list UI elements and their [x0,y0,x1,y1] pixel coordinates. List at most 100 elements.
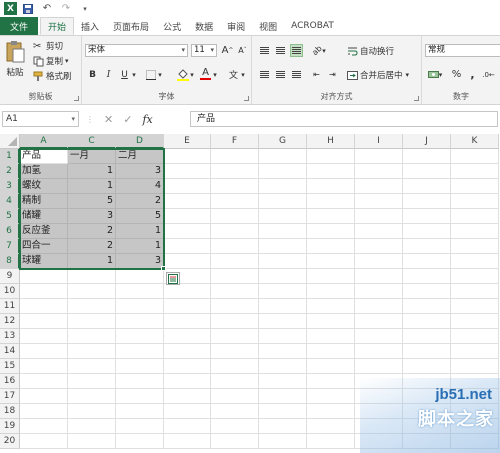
fill-color-dropdown-icon[interactable]: ▾ [188,68,196,81]
cell[interactable] [355,284,403,299]
row-header[interactable]: 16 [0,374,20,389]
font-name-dropdown[interactable]: 宋体 ▾ [85,44,188,57]
cell[interactable] [403,344,451,359]
cell[interactable] [164,194,211,209]
tab-2[interactable]: 插入 [74,17,106,35]
cell[interactable] [259,194,307,209]
cell[interactable] [355,149,403,164]
cell[interactable] [20,329,68,344]
currency-button[interactable]: ▾ [426,68,444,81]
cell[interactable] [355,299,403,314]
cell[interactable] [307,269,355,284]
cell[interactable] [164,224,211,239]
cell[interactable] [116,434,164,449]
cell[interactable]: 二月 [116,149,164,164]
font-color-dropdown-icon[interactable]: ▾ [211,68,219,81]
cell[interactable] [307,344,355,359]
merge-center-button[interactable]: 合并后居中 ▾ [347,69,409,81]
column-header[interactable]: F [211,134,259,149]
cell[interactable] [355,344,403,359]
row-header[interactable]: 18 [0,404,20,419]
save-icon[interactable] [20,2,36,16]
cell[interactable] [20,419,68,434]
row-header[interactable]: 10 [0,284,20,299]
cell[interactable] [211,284,259,299]
cell[interactable] [451,224,499,239]
cell[interactable] [259,329,307,344]
cell[interactable] [164,284,211,299]
tab-7[interactable]: 视图 [252,17,284,35]
align-middle-button[interactable] [274,44,287,57]
cell[interactable] [451,329,499,344]
cell[interactable] [259,404,307,419]
cell[interactable] [451,314,499,329]
cell[interactable] [307,254,355,269]
cell[interactable] [451,194,499,209]
cell[interactable] [20,314,68,329]
cell[interactable] [211,194,259,209]
cell[interactable] [164,149,211,164]
cell[interactable] [307,149,355,164]
cell[interactable]: 2 [68,239,116,254]
cell[interactable]: 1 [68,179,116,194]
cell[interactable] [355,209,403,224]
cell[interactable] [20,284,68,299]
cell[interactable] [68,374,116,389]
tab-8[interactable]: ACROBAT [284,17,341,35]
cell[interactable] [259,299,307,314]
row-header[interactable]: 12 [0,314,20,329]
cell[interactable] [451,269,499,284]
cell[interactable] [451,164,499,179]
cell[interactable] [20,344,68,359]
cell[interactable] [211,254,259,269]
cell[interactable] [164,329,211,344]
cell[interactable] [164,164,211,179]
row-header[interactable]: 17 [0,389,20,404]
cell[interactable] [20,434,68,449]
cell[interactable] [307,209,355,224]
row-header[interactable]: 11 [0,299,20,314]
row-header[interactable]: 9 [0,269,20,284]
cell[interactable] [68,329,116,344]
column-header[interactable]: J [403,134,451,149]
cell[interactable]: 2 [68,224,116,239]
cancel-icon[interactable]: ✕ [104,113,113,126]
name-box[interactable]: A1 ▾ [2,111,79,127]
row-header[interactable]: 6 [0,224,20,239]
column-header[interactable]: H [307,134,355,149]
row-header[interactable]: 7 [0,239,20,254]
align-top-button[interactable] [258,44,271,57]
cell[interactable] [211,224,259,239]
increase-indent-button[interactable]: ⇥ [326,68,339,81]
row-header[interactable]: 3 [0,179,20,194]
column-header[interactable]: D [116,134,164,149]
cell[interactable] [259,254,307,269]
alignment-launcher-icon[interactable] [414,96,419,101]
increase-decimal-button[interactable]: .0← [482,68,495,81]
cell[interactable] [211,389,259,404]
row-header[interactable]: 14 [0,344,20,359]
tab-5[interactable]: 数据 [188,17,220,35]
cell[interactable] [68,404,116,419]
font-launcher-icon[interactable] [244,96,249,101]
row-header[interactable]: 15 [0,359,20,374]
cell[interactable] [211,434,259,449]
cell[interactable] [68,314,116,329]
column-header[interactable]: E [164,134,211,149]
cell[interactable] [116,329,164,344]
cell[interactable]: 2 [116,194,164,209]
cell[interactable] [211,314,259,329]
phonetic-dropdown-icon[interactable]: ▾ [239,68,247,81]
cell[interactable] [355,179,403,194]
cell[interactable] [307,194,355,209]
cell[interactable] [211,164,259,179]
cell[interactable] [403,209,451,224]
cell[interactable] [259,314,307,329]
cell[interactable] [355,359,403,374]
cell[interactable] [451,344,499,359]
cell[interactable] [20,389,68,404]
row-header[interactable]: 1 [0,149,20,164]
cell[interactable] [20,359,68,374]
formula-input[interactable]: 产品 [190,111,498,127]
number-format-dropdown[interactable]: 常规 [425,44,500,57]
